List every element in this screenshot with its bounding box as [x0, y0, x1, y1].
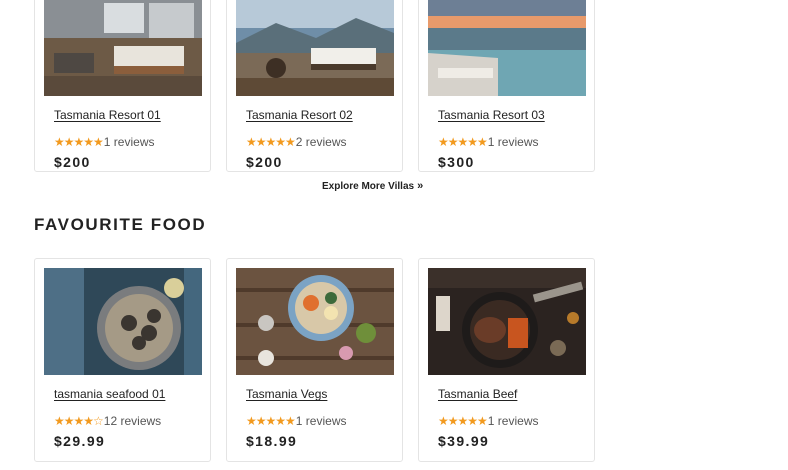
food-image[interactable] — [236, 268, 394, 375]
double-chevron-right-icon: » — [417, 180, 424, 192]
food-card[interactable]: tasmania seafood 01 ★★★★☆ 12 reviews $29… — [34, 258, 211, 462]
star-rating-icon: ★★★★★ — [438, 135, 488, 149]
filled-stars: ★★★★ — [54, 414, 94, 428]
food-price: $39.99 — [438, 433, 490, 449]
explore-label: Explore More Villas — [322, 181, 415, 192]
villa-card[interactable]: Tasmania Resort 01 ★★★★★ 1 reviews $200 — [34, 0, 211, 172]
empty-star-icon: ☆ — [93, 414, 104, 428]
villa-rating: ★★★★★ 2 reviews — [246, 135, 393, 149]
villa-card-list: Tasmania Resort 01 ★★★★★ 1 reviews $200 — [34, 0, 595, 172]
food-title-link[interactable]: tasmania seafood 01 — [54, 387, 165, 401]
explore-more-villas-link[interactable]: Explore More Villas » — [322, 180, 424, 193]
villa-title-link[interactable]: Tasmania Resort 02 — [246, 108, 353, 122]
villa-image[interactable] — [428, 0, 586, 96]
food-image[interactable] — [44, 268, 202, 375]
food-card[interactable]: Tasmania Vegs ★★★★★ 1 reviews $18.99 — [226, 258, 403, 462]
review-count: 1 reviews — [487, 414, 539, 428]
villa-image[interactable] — [236, 0, 394, 96]
food-title-link[interactable]: Tasmania Beef — [438, 387, 517, 401]
food-card-list: tasmania seafood 01 ★★★★☆ 12 reviews $29… — [34, 258, 595, 462]
review-count: 2 reviews — [295, 135, 347, 149]
review-count: 1 reviews — [103, 135, 155, 149]
villa-rating: ★★★★★ 1 reviews — [54, 135, 201, 149]
food-title-link[interactable]: Tasmania Vegs — [246, 387, 327, 401]
food-card[interactable]: Tasmania Beef ★★★★★ 1 reviews $39.99 — [418, 258, 595, 462]
star-rating-icon: ★★★★★ — [246, 414, 296, 428]
review-count: 12 reviews — [103, 414, 162, 428]
star-rating-icon: ★★★★★ — [246, 135, 296, 149]
villa-price: $200 — [54, 154, 91, 170]
star-rating-icon: ★★★★☆ — [54, 414, 104, 428]
villa-title-link[interactable]: Tasmania Resort 01 — [54, 108, 161, 122]
food-rating: ★★★★★ 1 reviews — [246, 414, 393, 428]
star-rating-icon: ★★★★★ — [438, 414, 488, 428]
villa-price: $300 — [438, 154, 475, 170]
food-price: $29.99 — [54, 433, 106, 449]
section-title: FAVOURITE FOOD — [34, 215, 207, 234]
star-rating-icon: ★★★★★ — [54, 135, 104, 149]
villa-title-link[interactable]: Tasmania Resort 03 — [438, 108, 545, 122]
food-image[interactable] — [428, 268, 586, 375]
villa-rating: ★★★★★ 1 reviews — [438, 135, 585, 149]
villa-card[interactable]: Tasmania Resort 02 ★★★★★ 2 reviews $200 — [226, 0, 403, 172]
food-rating: ★★★★☆ 12 reviews — [54, 414, 201, 428]
villa-image[interactable] — [44, 0, 202, 96]
food-rating: ★★★★★ 1 reviews — [438, 414, 585, 428]
villa-card[interactable]: Tasmania Resort 03 ★★★★★ 1 reviews $300 — [418, 0, 595, 172]
food-price: $18.99 — [246, 433, 298, 449]
review-count: 1 reviews — [295, 414, 347, 428]
page: Tasmania Resort 01 ★★★★★ 1 reviews $200 — [0, 0, 788, 470]
review-count: 1 reviews — [487, 135, 539, 149]
villa-price: $200 — [246, 154, 283, 170]
